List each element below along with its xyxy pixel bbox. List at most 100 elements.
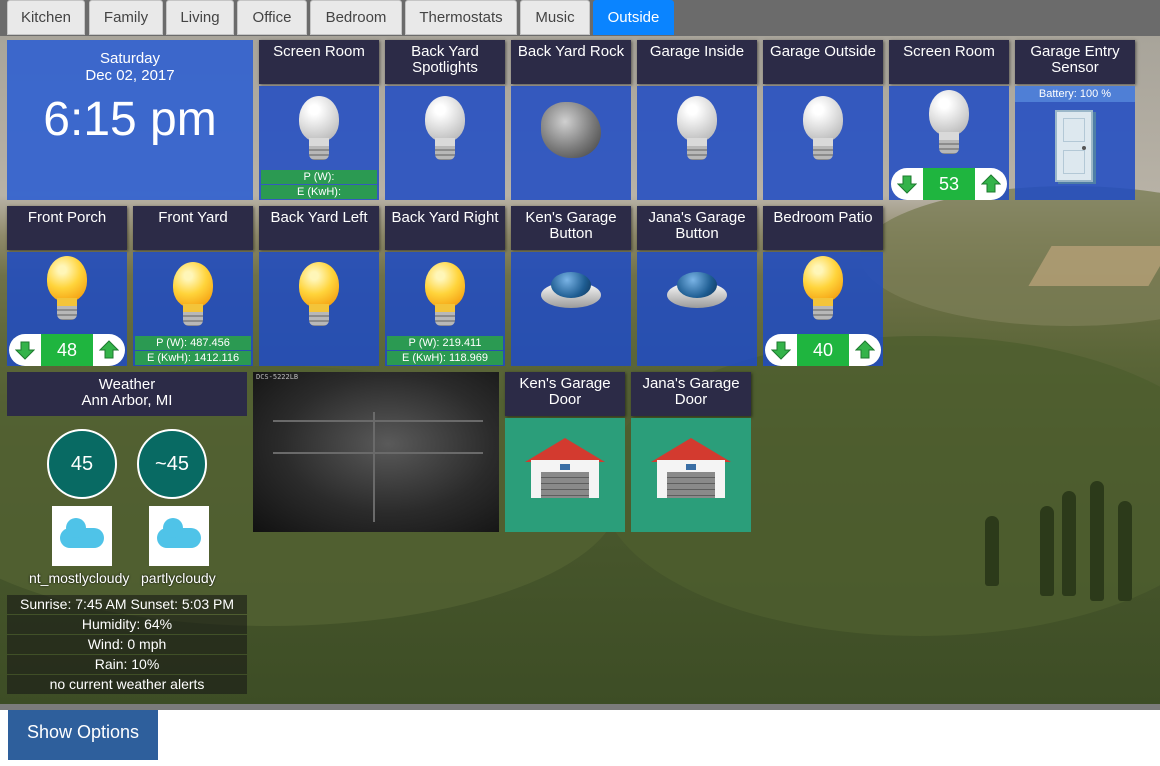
background-tree	[1090, 481, 1104, 601]
show-options-button[interactable]: Show Options	[8, 710, 158, 760]
tile-title: Ken's Garage Door	[505, 372, 625, 416]
tab-bedroom[interactable]: Bedroom	[310, 0, 402, 35]
tab-living[interactable]: Living	[166, 0, 234, 35]
clock-day: Saturday	[99, 50, 161, 67]
tab-kitchen[interactable]: Kitchen	[7, 0, 85, 35]
tab-bar: Kitchen Family Living Office Bedroom The…	[0, 0, 1160, 36]
tile-body[interactable]	[763, 86, 883, 200]
camera-scene-line	[273, 452, 483, 454]
weather-header: Weather Ann Arbor, MI	[7, 372, 247, 416]
tile-body[interactable]: 53	[889, 86, 1009, 200]
tile-body[interactable]	[505, 418, 625, 532]
weather-alerts: no current weather alerts	[7, 675, 247, 694]
tile-title: Screen Room	[889, 40, 1009, 84]
arrow-up-icon	[981, 174, 1001, 193]
tile-garage-inside[interactable]: Garage Inside	[637, 40, 757, 200]
tile-janas-garage-button[interactable]: Jana's Garage Button	[637, 206, 757, 366]
tab-music[interactable]: Music	[520, 0, 590, 35]
garage-door-closed-icon	[651, 438, 731, 498]
tile-kens-garage-button[interactable]: Ken's Garage Button	[511, 206, 631, 366]
arrow-down-icon	[15, 341, 35, 360]
bulb-off-icon	[421, 96, 469, 168]
camera-scene-line	[273, 420, 483, 422]
push-button-icon	[541, 270, 601, 310]
battery-level: Battery: 100 %	[1015, 86, 1135, 102]
dim-up-button[interactable]	[979, 172, 1003, 196]
wind: Wind: 0 mph	[7, 635, 247, 654]
tile-screen-room[interactable]: Screen Room P (W): E (KwH):	[259, 40, 379, 200]
tile-back-yard-left[interactable]: Back Yard Left	[259, 206, 379, 366]
weather-location: Ann Arbor, MI	[81, 392, 173, 409]
tile-back-yard-right[interactable]: Back Yard Right P (W): 219.411 E (KwH): …	[385, 206, 505, 366]
tile-body[interactable]	[259, 252, 379, 366]
tile-body[interactable]	[511, 252, 631, 366]
tile-body[interactable]: P (W): E (KwH):	[259, 86, 379, 200]
tile-garage-entry-sensor[interactable]: Garage Entry Sensor Battery: 100 %	[1015, 40, 1135, 200]
tile-body[interactable]	[631, 418, 751, 532]
rock-icon	[541, 102, 601, 158]
clock-tile: Saturday Dec 02, 2017 6:15 pm	[7, 40, 253, 200]
tile-back-yard-spotlights[interactable]: Back Yard Spotlights	[385, 40, 505, 200]
feels-like-temperature: ~45	[137, 429, 207, 499]
background-tree	[1040, 506, 1054, 596]
power-reading: P (W):	[261, 170, 377, 184]
energy-reading: E (KwH):	[261, 185, 377, 199]
tile-body[interactable]: P (W): 487.456 E (KwH): 1412.116	[133, 252, 253, 366]
clock-date: Dec 02, 2017	[85, 67, 175, 84]
tile-title: Bedroom Patio	[763, 206, 883, 250]
tile-body[interactable]	[385, 86, 505, 200]
tile-garage-outside[interactable]: Garage Outside	[763, 40, 883, 200]
bulb-on-icon	[295, 262, 343, 334]
tile-front-yard[interactable]: Front Yard P (W): 487.456 E (KwH): 1412.…	[133, 206, 253, 366]
tile-janas-garage-door[interactable]: Jana's Garage Door	[631, 372, 751, 532]
bulb-on-icon	[169, 262, 217, 334]
tile-kens-garage-door[interactable]: Ken's Garage Door	[505, 372, 625, 532]
dim-up-button[interactable]	[97, 338, 121, 362]
tile-title: Screen Room	[259, 40, 379, 84]
tile-title: Garage Inside	[637, 40, 757, 84]
tab-outside[interactable]: Outside	[593, 0, 674, 35]
forecast-icon-label: partlycloudy	[141, 570, 216, 586]
dimmer-level: 53	[923, 168, 975, 200]
camera-feed[interactable]: DCS-5222LB	[253, 372, 499, 532]
tile-screen-room-dimmer[interactable]: Screen Room 53	[889, 40, 1009, 200]
bulb-off-icon	[295, 96, 343, 168]
dim-down-button[interactable]	[769, 338, 793, 362]
tile-body[interactable]	[637, 86, 757, 200]
arrow-up-icon	[855, 340, 875, 359]
tile-title: Front Porch	[7, 206, 127, 250]
tab-family[interactable]: Family	[89, 0, 163, 35]
temperature: 45	[47, 429, 117, 499]
tile-body[interactable]: 48	[7, 252, 127, 366]
tile-title: Jana's Garage Button	[637, 206, 757, 250]
tile-title: Ken's Garage Button	[511, 206, 631, 250]
bulb-off-icon	[925, 90, 973, 162]
tile-bedroom-patio[interactable]: Bedroom Patio 40	[763, 206, 883, 366]
weather-icon-label: nt_mostlycloudy	[29, 570, 130, 586]
tile-title: Back Yard Spotlights	[385, 40, 505, 84]
tab-thermostats[interactable]: Thermostats	[405, 0, 517, 35]
tile-front-porch[interactable]: Front Porch 48	[7, 206, 127, 366]
dim-up-button[interactable]	[853, 338, 877, 362]
tile-body[interactable]: P (W): 219.411 E (KwH): 118.969	[385, 252, 505, 366]
dim-down-button[interactable]	[13, 338, 37, 362]
bulb-off-icon	[799, 96, 847, 168]
tile-body[interactable]: Battery: 100 %	[1015, 86, 1135, 200]
dim-down-button[interactable]	[895, 172, 919, 196]
tile-body[interactable]	[511, 86, 631, 200]
tile-back-yard-rock[interactable]: Back Yard Rock	[511, 40, 631, 200]
dimmer-control: 53	[891, 168, 1007, 200]
clock-time: 6:15 pm	[43, 93, 217, 146]
tile-body[interactable]	[637, 252, 757, 366]
camera-scene-line	[373, 412, 375, 522]
tile-title: Back Yard Right	[385, 206, 505, 250]
tab-office[interactable]: Office	[237, 0, 307, 35]
tile-title: Garage Entry Sensor	[1015, 40, 1135, 84]
background-field	[1028, 246, 1160, 286]
tile-body[interactable]: 40	[763, 252, 883, 366]
bulb-on-icon	[799, 256, 847, 328]
dimmer-level: 48	[41, 334, 93, 366]
arrow-down-icon	[897, 175, 917, 194]
mostly-cloudy-night-icon	[52, 506, 112, 566]
tile-title: Back Yard Rock	[511, 40, 631, 84]
